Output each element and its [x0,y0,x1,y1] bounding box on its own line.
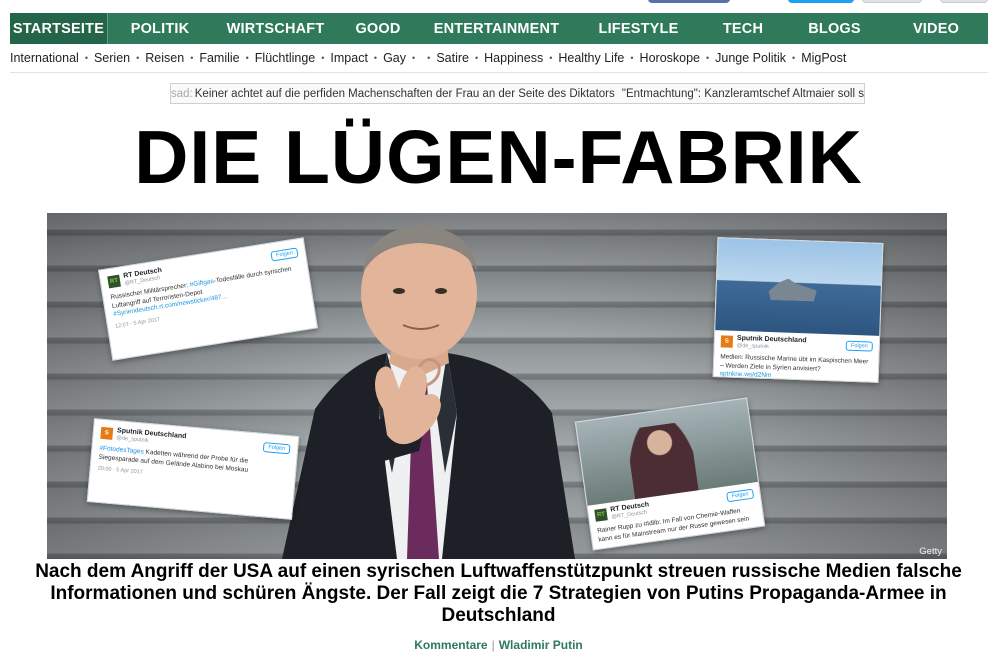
subnav-item-healthy-life[interactable]: Healthy Life [558,51,624,65]
subnav-item-reisen[interactable]: Reisen [145,51,184,65]
subnav-dot: • [549,53,553,63]
subnav-divider [10,72,988,73]
sputnik-logo-icon: S [100,426,114,440]
topic-tag-link[interactable]: Wladimir Putin [499,638,583,652]
top-share-strip [0,0,997,12]
subnav-item-familie[interactable]: Familie [199,51,239,65]
subnav-dot: • [373,53,378,63]
rt-logo-icon: RT [107,274,121,289]
subnav-item-migpost[interactable]: MigPost [801,51,846,65]
subnav-dot: • [321,53,325,63]
subnav-item-fluechtlinge[interactable]: Flüchtlinge [255,51,315,65]
sputnik-logo-icon: S [720,335,734,348]
nav-item-politik[interactable]: POLITIK [108,13,212,44]
ship-shape [768,278,817,302]
article-headline[interactable]: DIE LÜGEN-FABRIK [0,112,997,202]
nav-item-wirtschaft[interactable]: WIRTSCHAFT [212,13,339,44]
main-navigation: STARTSEITE POLITIK WIRTSCHAFT GOOD ENTER… [10,13,988,44]
subnav-dot: • [412,53,416,63]
subnav-dot: • [136,53,140,63]
nav-item-entertainment[interactable]: ENTERTAINMENT [417,13,576,44]
twitter-share-button[interactable] [788,0,854,3]
tweet-card-sputnik-photo[interactable]: S Sputnik Deutschland @de_sputnik Folgen… [86,418,300,520]
ticker-item[interactable]: Keiner achtet auf die perfiden Machensch… [193,88,615,100]
nav-item-video[interactable]: VIDEO [884,13,988,44]
rt-logo-icon: RT [594,508,608,522]
nav-item-lifestyle[interactable]: LIFESTYLE [576,13,701,44]
subnav-item-gay[interactable]: Gay [383,51,406,65]
subnav-dot: • [630,53,634,63]
nav-item-good[interactable]: GOOD [339,13,417,44]
meta-separator: | [491,638,495,652]
tweet-url-link[interactable]: sptnkne.ws/d2Nm [720,370,772,379]
tweet-header: S Sputnik Deutschland @de_sputnik Folgen [720,334,873,353]
sub-navigation: International • Serien • Reisen • Familie • … [10,50,988,66]
tweet-body: Medien: Russische Marine übt im Kaspisch… [720,353,873,384]
subnav-item-satire[interactable]: Satire [436,51,469,65]
hero-image[interactable]: RT RT Deutsch @RT_Deutsch Folgen Russisc… [47,213,947,559]
image-credit: Getty [919,546,942,557]
nav-item-tech[interactable]: TECH [701,13,785,44]
follow-button[interactable]: Folgen [726,488,755,503]
subnav-item-happiness[interactable]: Happiness [484,51,543,65]
nav-item-blogs[interactable]: BLOGS [785,13,884,44]
subnav-dot: • [84,53,88,63]
follow-button[interactable]: Folgen [845,340,873,352]
tweet-ship-photo [715,238,883,336]
tweet-card-sputnik-ship[interactable]: S Sputnik Deutschland @de_sputnik Folgen… [712,237,884,384]
subnav-dot: • [474,53,479,63]
subnav-dot: • [190,53,194,63]
subnav-item-horoskope[interactable]: Horoskope [640,51,700,65]
news-ticker[interactable]: sad: Keiner achtet auf die perfiden Mach… [170,83,865,104]
follow-button[interactable]: Folgen [270,247,299,262]
subnav-item-impact[interactable]: Impact [330,51,368,65]
nav-item-startseite[interactable]: STARTSEITE [10,13,107,44]
ticker-fade-text: sad: [171,87,193,100]
subnav-dot: • [245,53,249,63]
tweet-card-rt-video[interactable]: RT RT Deutsch @RT_Deutsch Folgen Rainer … [574,397,766,551]
follow-button[interactable]: Folgen [262,442,291,455]
ticker-item[interactable]: "Entmachtung": Kanzleramtschef Altmaier … [620,88,864,100]
tweet-hashtag-link[interactable]: #Giftgas [189,278,214,289]
article-teaser[interactable]: Nach dem Angriff der USA auf einen syris… [30,561,967,627]
share-button[interactable] [862,0,922,3]
tweet-text: Medien: Russische Marine übt im Kaspisch… [719,353,869,373]
subnav-dot: • [427,53,431,63]
article-meta: Kommentare | Wladimir Putin [0,638,997,652]
subnav-dot: • [792,53,796,63]
subnav-item-junge-politik[interactable]: Junge Politik [715,51,786,65]
subnav-dot: • [706,53,710,63]
video-person [625,420,699,500]
share-button[interactable] [940,0,988,3]
comments-link[interactable]: Kommentare [414,638,487,652]
subnav-item-international[interactable]: International [10,51,79,65]
facebook-share-button[interactable] [648,0,730,3]
subnav-item-serien[interactable]: Serien [94,51,130,65]
